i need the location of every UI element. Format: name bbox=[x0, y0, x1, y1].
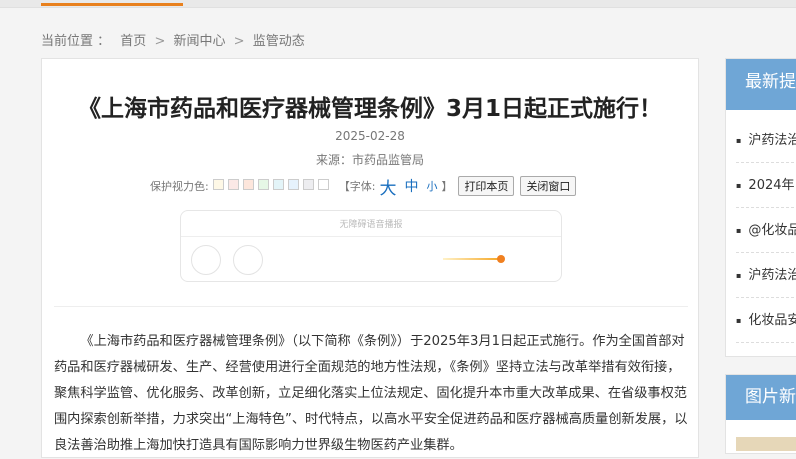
breadcrumb-prefix: 当前位置 ： bbox=[41, 34, 111, 49]
latest-news-item[interactable]: @化妆品 bbox=[736, 208, 796, 253]
close-window-button[interactable]: 关闭窗口 bbox=[520, 176, 577, 196]
breadcrumb-separator: > bbox=[233, 34, 245, 49]
picture-news-title: 图片新 bbox=[726, 375, 796, 420]
breadcrumb: 当前位置 ： 首页 > 新闻中心 > 监管动态 bbox=[41, 30, 305, 49]
play-button[interactable] bbox=[191, 245, 221, 275]
breadcrumb-news-center[interactable]: 新闻中心 bbox=[173, 34, 225, 49]
latest-news-list: 沪药法治 2024年 @化妆品 沪药法治 化妆品安 bbox=[726, 110, 796, 356]
audio-player-divider bbox=[181, 236, 561, 237]
active-nav-indicator bbox=[41, 3, 183, 6]
font-size-medium[interactable]: 中 bbox=[404, 176, 418, 196]
latest-news-title: 最新提 bbox=[726, 59, 796, 110]
latest-news-item[interactable]: 沪药法治 bbox=[736, 253, 796, 298]
eye-care-label: 保护视力色: bbox=[150, 180, 209, 193]
stop-button[interactable] bbox=[233, 245, 263, 275]
article-toolbar: 保护视力色: 【字体: 大 中 小 】 打印本页 关闭窗口 bbox=[150, 174, 577, 199]
article-title: 《上海市药品和医疗器械管理条例》3月1日起正式施行！ bbox=[77, 96, 662, 122]
breadcrumb-regulatory-news[interactable]: 监管动态 bbox=[253, 34, 305, 49]
eye-care-color-swatch[interactable] bbox=[302, 179, 314, 190]
eye-care-color-swatch[interactable] bbox=[287, 179, 299, 190]
latest-news-item[interactable]: 沪药法治 bbox=[736, 118, 796, 163]
eye-care-color-swatch[interactable] bbox=[257, 179, 269, 190]
eye-care-color-swatch[interactable] bbox=[227, 179, 239, 190]
latest-news-item[interactable]: 化妆品安 bbox=[736, 298, 796, 343]
font-size-label-close: 】 bbox=[441, 180, 453, 193]
picture-news-box: 图片新 bbox=[725, 374, 796, 454]
print-button[interactable]: 打印本页 bbox=[458, 176, 515, 196]
sidebar: 最新提 沪药法治 2024年 @化妆品 沪药法治 化妆品安 bbox=[725, 58, 796, 357]
breadcrumb-home[interactable]: 首页 bbox=[120, 34, 146, 49]
picture-news-thumbnail[interactable] bbox=[736, 437, 796, 451]
eye-care-color-swatch[interactable] bbox=[272, 179, 284, 190]
eye-care-color-swatch[interactable] bbox=[242, 179, 254, 190]
content-divider bbox=[54, 306, 688, 307]
audio-progress-bar[interactable] bbox=[443, 258, 501, 260]
latest-news-box: 最新提 沪药法治 2024年 @化妆品 沪药法治 化妆品安 bbox=[725, 58, 796, 357]
latest-news-item[interactable]: 2024年 bbox=[736, 163, 796, 208]
font-size-large[interactable]: 大 bbox=[379, 174, 396, 199]
eye-care-swatches bbox=[209, 179, 329, 193]
article-source: 来源：市药品监管局 bbox=[315, 153, 424, 167]
font-size-label: 【字体: bbox=[338, 180, 376, 193]
article-panel: 《上海市药品和医疗器械管理条例》3月1日起正式施行！ 2025-02-28 来源… bbox=[41, 58, 699, 458]
breadcrumb-separator: > bbox=[154, 34, 166, 49]
audio-player: 无障碍语音播报 bbox=[180, 210, 562, 282]
audio-progress-handle[interactable] bbox=[496, 255, 505, 263]
eye-care-color-swatch[interactable] bbox=[212, 179, 224, 190]
audio-player-label: 无障碍语音播报 bbox=[339, 220, 403, 230]
article-body: 《上海市药品和医疗器械管理条例》（以下简称《条例》）于2025年3月1日起正式施… bbox=[54, 334, 688, 453]
eye-care-color-swatch[interactable] bbox=[317, 179, 329, 190]
article-date: 2025-02-28 bbox=[335, 129, 405, 143]
font-size-small[interactable]: 小 bbox=[426, 178, 437, 194]
top-nav-bar bbox=[0, 0, 796, 8]
